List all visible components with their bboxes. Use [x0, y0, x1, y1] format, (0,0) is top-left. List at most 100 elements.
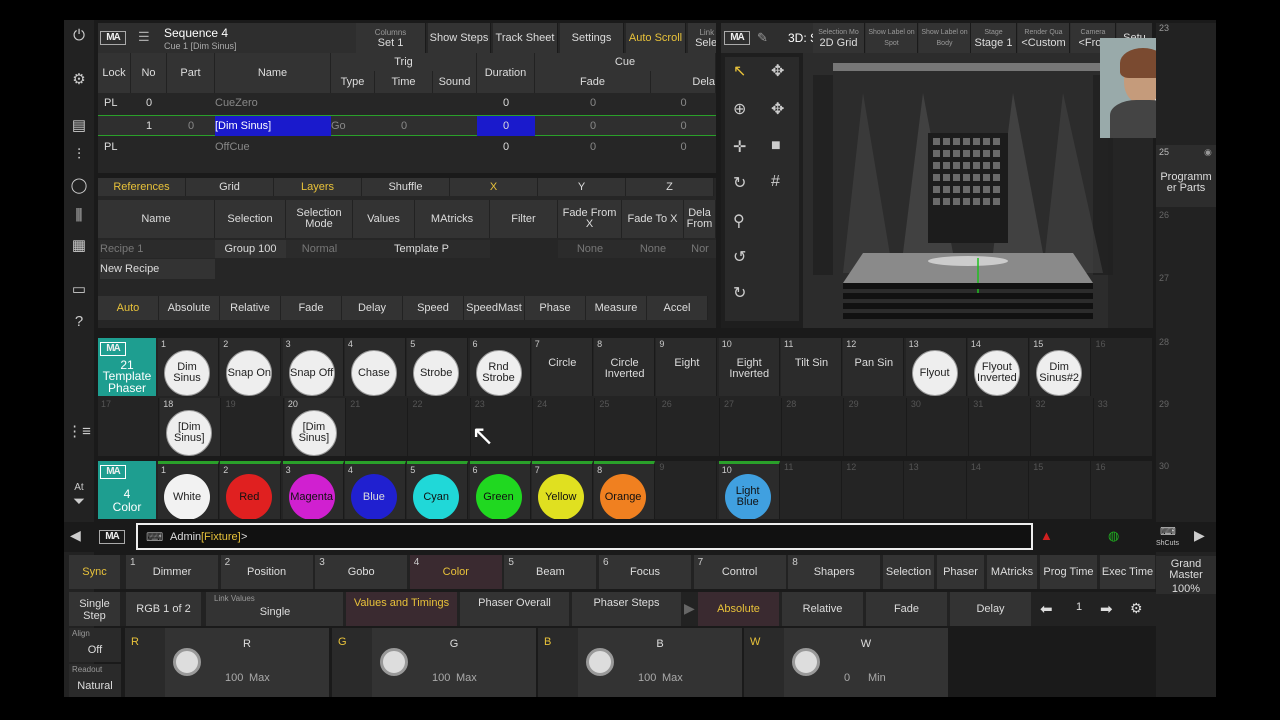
phaser-pool-item[interactable]: 20 [Dim Sinus]	[284, 398, 346, 456]
phaser-pool-item[interactable]: 13 Flyout	[905, 338, 967, 396]
preset-right-btn-4[interactable]: Exec Time	[1100, 555, 1156, 589]
color-pool-item[interactable]: 11	[781, 461, 842, 519]
phaser-pool-item[interactable]: 3 Snap Off	[282, 338, 344, 396]
color-pool-item[interactable]: 13	[905, 461, 967, 519]
command-line-input[interactable]: ⌨ Admin [Fixture] >	[136, 523, 1033, 550]
keyboard-icon[interactable]: ⌨	[146, 530, 163, 544]
viewer-header-btn-1[interactable]: Show Label on Spot	[866, 23, 918, 53]
network-globe-icon[interactable]: ◍	[1108, 528, 1119, 544]
color-pool-item[interactable]: 3 Magenta	[282, 461, 344, 519]
color-pool-item[interactable]: 15	[1030, 461, 1092, 519]
preset-type-7[interactable]: 8 Shapers	[788, 555, 882, 589]
phaser-tab-6[interactable]: Z	[626, 178, 714, 196]
phaser-mode-2[interactable]: Relative	[220, 296, 281, 320]
seq-header-btn-0[interactable]: Columns Set 1	[356, 23, 426, 53]
recipe-row[interactable]: Recipe 1 Group 100 Normal Template P None Non…	[98, 240, 716, 258]
pool-slot-empty[interactable]: 31	[970, 398, 1032, 456]
readout-button[interactable]: Readout Natural	[69, 664, 121, 697]
phaser-pool-item[interactable]: 7 Circle	[531, 338, 593, 396]
phaser-pool-item[interactable]: 11 Tilt Sin	[781, 338, 842, 396]
phaser-pool-item[interactable]: 8 Circle Inverted	[594, 338, 656, 396]
monitor-icon[interactable]: ▭	[64, 276, 94, 302]
pool-slot-empty[interactable]: 26	[658, 398, 720, 456]
rgb-page-button[interactable]: RGB 1 of 2	[126, 592, 202, 626]
encoder-knob-icon[interactable]	[792, 648, 820, 676]
phaser-mode-7[interactable]: Phase	[525, 296, 586, 320]
color-pool-item[interactable]: 10 Light Blue	[718, 461, 780, 519]
phaser-tab-4[interactable]: X	[450, 178, 538, 196]
phaser-mode-5[interactable]: Speed	[403, 296, 464, 320]
seq-header-btn-4[interactable]: Auto Scroll	[626, 23, 686, 53]
encoder-body[interactable]: G 100 Max	[372, 628, 536, 697]
phaser-tab-0[interactable]: References	[98, 178, 186, 196]
preset-type-0[interactable]: 1 Dimmer	[126, 555, 219, 589]
encoder-settings-icon[interactable]: ⚙	[1130, 600, 1143, 617]
orbit-icon[interactable]: ↻	[733, 283, 746, 303]
left-arrow-icon[interactable]: ◀	[70, 527, 81, 544]
move-arrows-icon[interactable]: ✥	[771, 61, 784, 81]
viewer-header-btn-4[interactable]: Render Qua <Custom	[1018, 23, 1070, 53]
preset-type-6[interactable]: 7 Control	[693, 555, 787, 589]
preset-type-4[interactable]: 5 Beam	[504, 555, 598, 589]
encoder-body[interactable]: R 100 Max	[165, 628, 329, 697]
pool-slot-empty[interactable]: 21	[347, 398, 409, 456]
pool-slot-empty[interactable]: 19	[222, 398, 284, 456]
sliders-icon[interactable]: ⫼	[64, 202, 94, 228]
camera-icon[interactable]: ■	[771, 137, 781, 155]
color-pool-item[interactable]: 2 Red	[220, 461, 282, 519]
pool-slot-empty[interactable]: 33	[1094, 398, 1152, 456]
phaser-pool-item[interactable]: 5 Strobe	[407, 338, 469, 396]
seq-header-btn-3[interactable]: Settings	[560, 23, 624, 53]
phaser-mode-3[interactable]: Fade	[281, 296, 342, 320]
phaser-pool-item[interactable]: 15 Dim Sinus#2	[1030, 338, 1092, 396]
color-pool-item[interactable]: 5 Cyan	[407, 461, 469, 519]
phaser-mode-0[interactable]: Auto	[98, 296, 159, 320]
delay-mode-button[interactable]: Delay	[950, 592, 1032, 626]
viewer-header-btn-0[interactable]: Selection Mo 2D Grid	[813, 23, 865, 53]
align-button[interactable]: Align Off	[69, 628, 121, 662]
phaser-pool-item[interactable]: 4 Chase	[344, 338, 406, 396]
right-arrow-icon[interactable]: ▶	[1194, 527, 1205, 544]
color-pool-item[interactable]: 14	[967, 461, 1029, 519]
phaser-mode-6[interactable]: SpeedMast	[464, 296, 525, 320]
book-icon[interactable]: ▤	[64, 112, 94, 138]
phaser-mode-1[interactable]: Absolute	[159, 296, 220, 320]
phaser-pool-item[interactable]: 10 Eight Inverted	[718, 338, 780, 396]
error-flag-icon[interactable]: ▲	[1040, 528, 1053, 543]
move-arrows-2-icon[interactable]: ✥	[771, 99, 784, 119]
pool-slot-empty[interactable]: 24	[534, 398, 596, 456]
fade-mode-button[interactable]: Fade	[866, 592, 948, 626]
phaser-pool-item[interactable]: 2 Snap On	[220, 338, 282, 396]
layout-tools-icon[interactable]: ⋮≡	[64, 418, 94, 444]
sync-button[interactable]: Sync	[69, 555, 121, 589]
phaser-mode-4[interactable]: Delay	[342, 296, 403, 320]
viewer-header-btn-2[interactable]: Show Label on Body	[919, 23, 971, 53]
seq-header-btn-5[interactable]: Link TypeSelected	[688, 23, 716, 53]
table-row[interactable]: PL OffCue 0 0 0	[98, 137, 716, 158]
phaser-pool-item[interactable]: 18 [Dim Sinus]	[160, 398, 222, 456]
phaser-pool-item[interactable]: 14 Flyout Inverted	[967, 338, 1029, 396]
user-icon[interactable]: ◯	[64, 172, 94, 198]
settings-gear-icon[interactable]: ⚙	[64, 66, 94, 92]
encoder-knob-icon[interactable]	[586, 648, 614, 676]
phaser-pool-item[interactable]: 6 Rnd Strobe	[469, 338, 531, 396]
power-icon[interactable]: ⏻	[64, 22, 94, 48]
preset-type-2[interactable]: 3 Gobo	[315, 555, 409, 589]
encoder-body[interactable]: W 0 Min	[784, 628, 948, 697]
color-pool-item[interactable]: 12	[843, 461, 905, 519]
link-values-button[interactable]: Link Values Single	[206, 592, 344, 626]
pool-slot-empty[interactable]: 29	[845, 398, 907, 456]
color-pool-item[interactable]: 9	[656, 461, 718, 519]
page-left-arrow-icon[interactable]: ⬅	[1040, 600, 1053, 618]
pool-slot-empty[interactable]: 32	[1032, 398, 1094, 456]
pencil-icon[interactable]: ✎	[757, 30, 768, 46]
shortcuts-keyboard-icon[interactable]: ⌨	[1160, 525, 1176, 538]
encoder-knob-icon[interactable]	[173, 648, 201, 676]
filter-icon[interactable]: ⏷	[64, 488, 94, 514]
phaser-tab-2[interactable]: Layers	[274, 178, 362, 196]
pool-slot-empty[interactable]: 30	[907, 398, 969, 456]
values-and-timings-button[interactable]: Values and Timings	[346, 592, 458, 626]
viewer-header-btn-3[interactable]: Stage Stage 1	[971, 23, 1017, 53]
phaser-steps-button[interactable]: Phaser Steps	[572, 592, 682, 626]
grid-hash-icon[interactable]: #	[771, 173, 780, 191]
